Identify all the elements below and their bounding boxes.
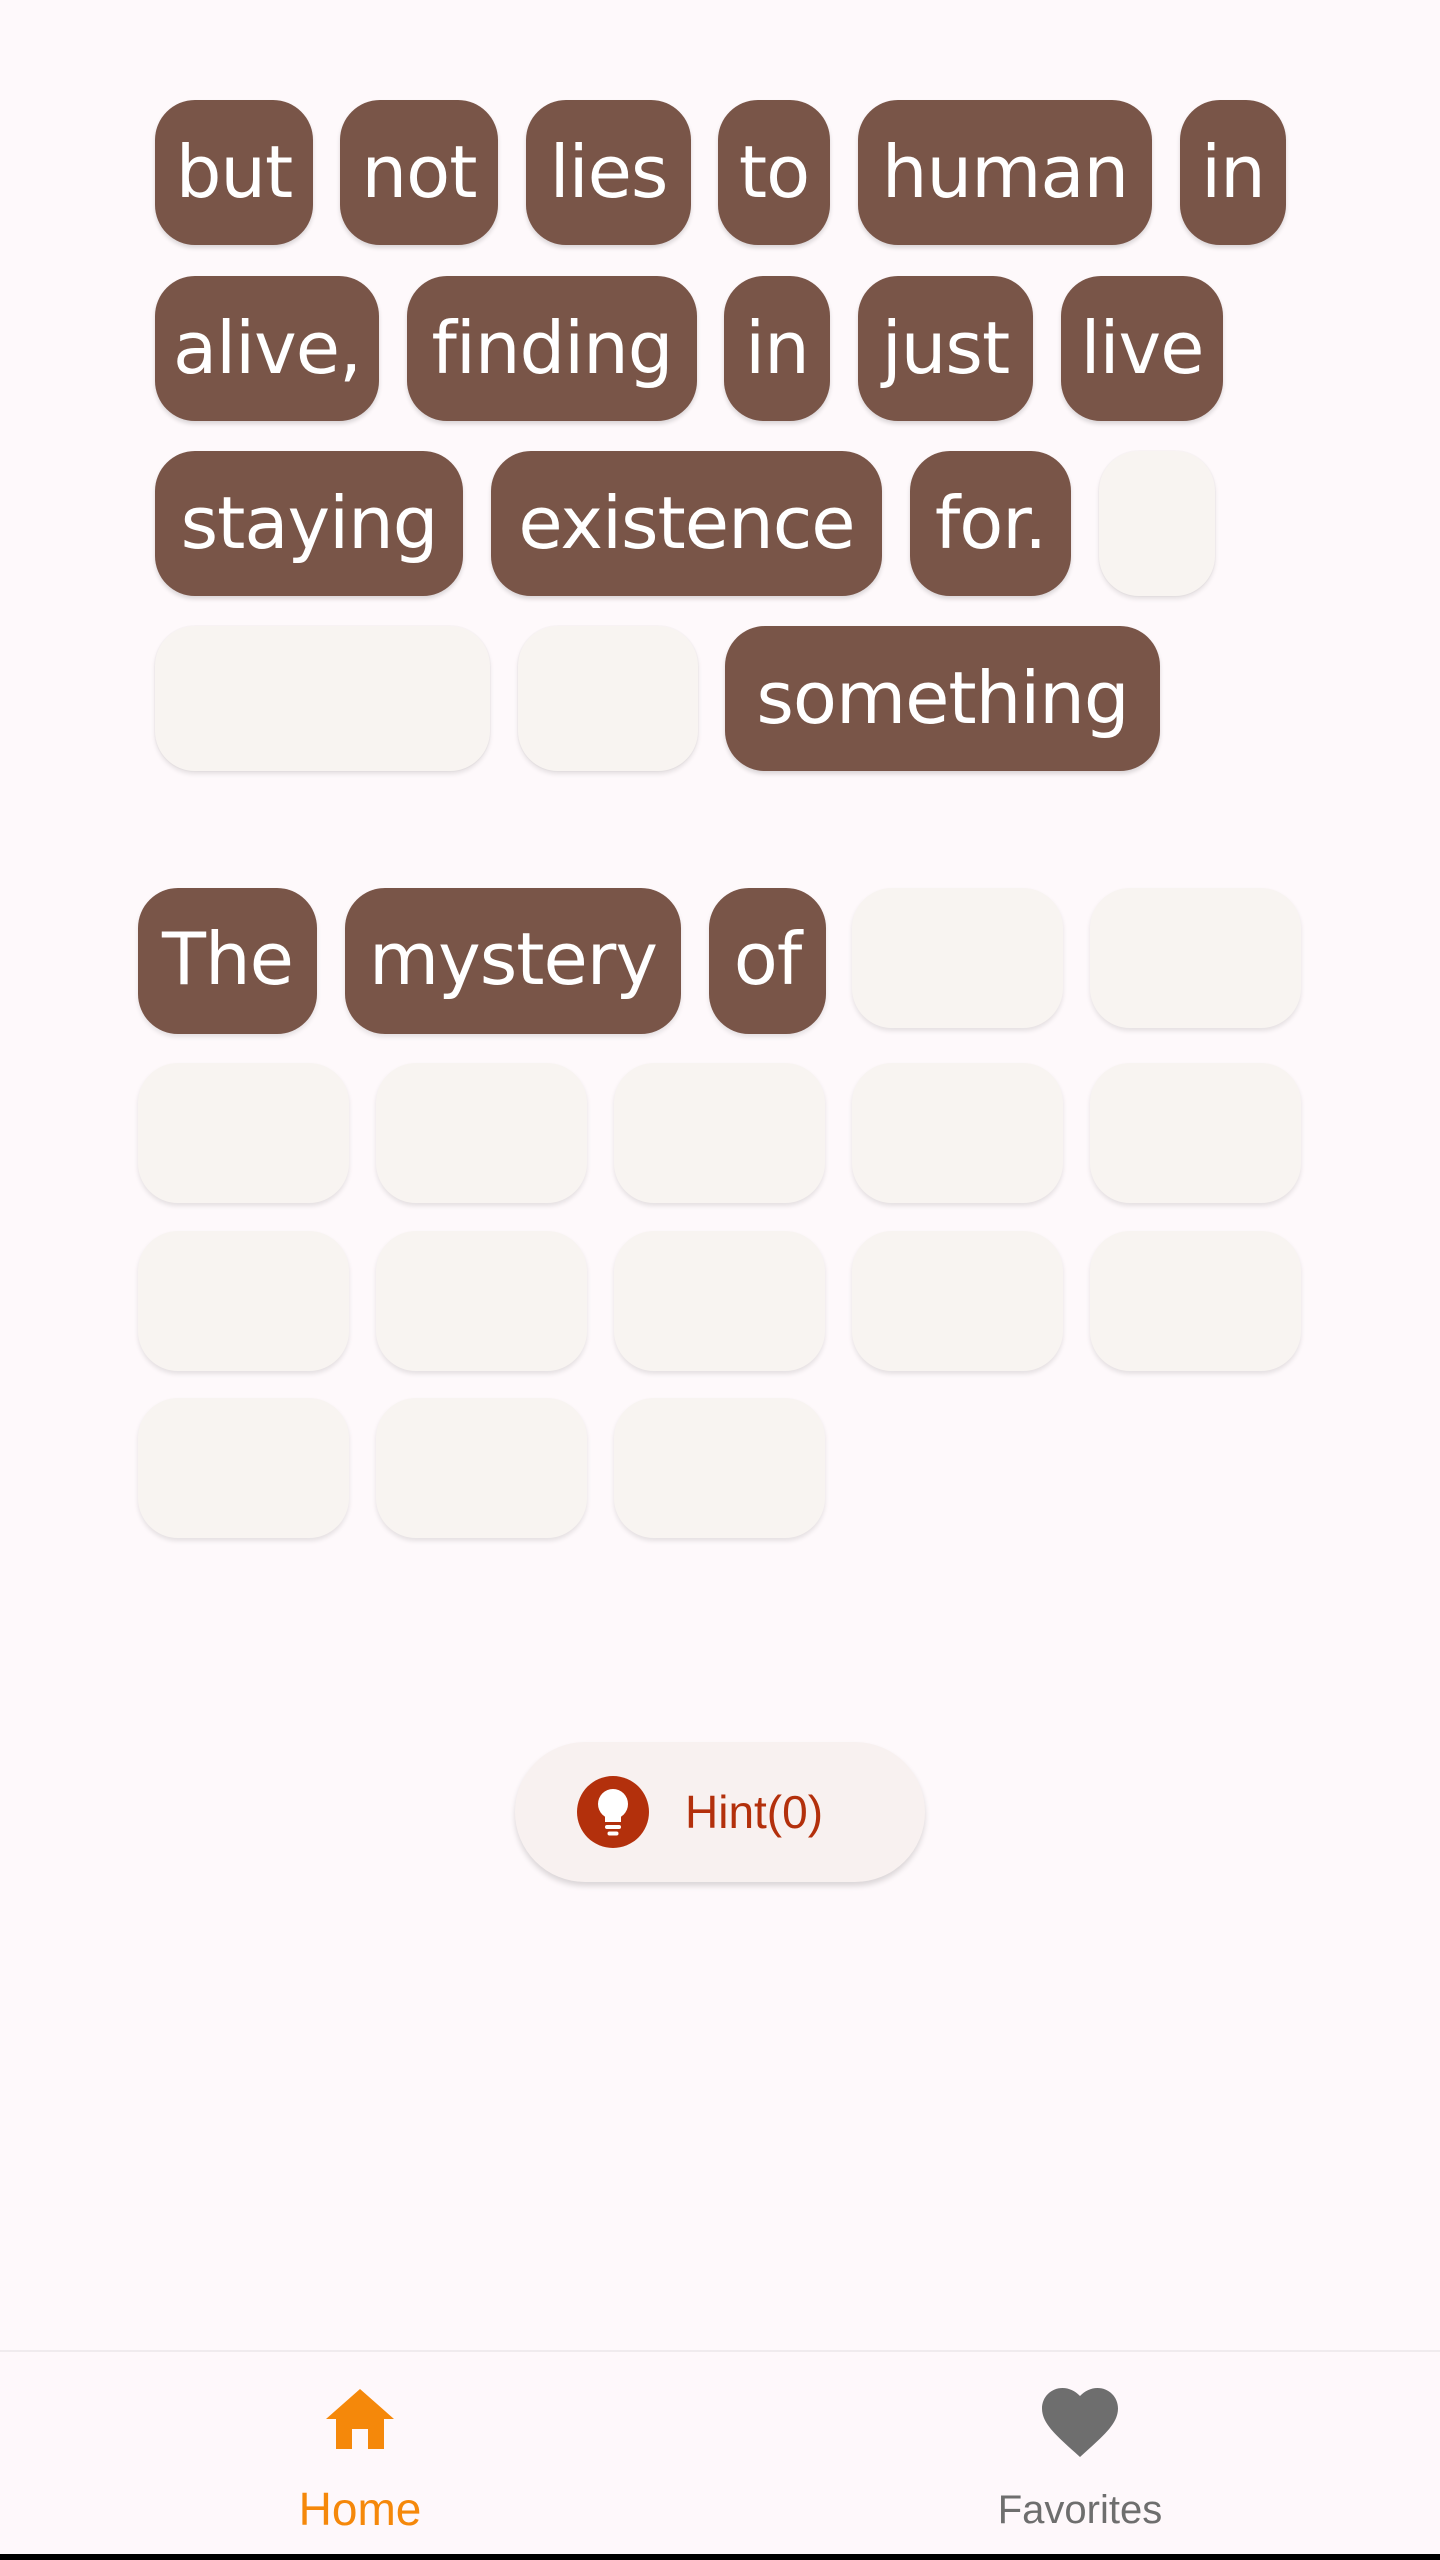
- word-chip[interactable]: something: [725, 626, 1160, 771]
- hint-button[interactable]: Hint(0): [515, 1742, 925, 1882]
- answer-slot[interactable]: [138, 1231, 349, 1371]
- word-chip-placeholder: [155, 626, 490, 771]
- word-chip[interactable]: in: [1180, 100, 1286, 245]
- heart-icon: [1042, 2387, 1118, 2462]
- lightbulb-icon: [577, 1776, 649, 1848]
- answer-slot[interactable]: [376, 1231, 587, 1371]
- bottom-navigation: Home Favorites: [0, 2350, 1440, 2554]
- nav-label-home: Home: [298, 2483, 422, 2535]
- answer-slot[interactable]: [852, 1231, 1063, 1371]
- answer-slot[interactable]: [852, 888, 1063, 1028]
- answer-slot[interactable]: [1090, 1231, 1301, 1371]
- answer-slot[interactable]: [376, 1063, 587, 1203]
- word-chip[interactable]: live: [1061, 276, 1223, 421]
- answer-slot[interactable]: [138, 1398, 349, 1538]
- word-chip[interactable]: lies: [526, 100, 691, 245]
- answer-slot[interactable]: [614, 1231, 825, 1371]
- answer-slot[interactable]: [1090, 1063, 1301, 1203]
- word-chip-placeholder: [1099, 451, 1215, 596]
- word-chip[interactable]: just: [858, 276, 1033, 421]
- answer-slot[interactable]: [614, 1398, 825, 1538]
- word-chip[interactable]: not: [340, 100, 498, 245]
- word-chip[interactable]: for.: [910, 451, 1071, 596]
- answer-slot[interactable]: [1090, 888, 1301, 1028]
- answer-slot[interactable]: The: [138, 888, 317, 1034]
- answer-slot[interactable]: [376, 1398, 587, 1538]
- hint-label: Hint(0): [685, 1786, 824, 1838]
- word-chip[interactable]: in: [724, 276, 830, 421]
- nav-label-favorites: Favorites: [997, 2488, 1163, 2532]
- home-icon: [324, 2387, 396, 2456]
- answer-slot[interactable]: [852, 1063, 1063, 1203]
- nav-item-home[interactable]: Home: [0, 2352, 720, 2556]
- answer-slot[interactable]: [614, 1063, 825, 1203]
- screen-bottom-edge: [0, 2554, 1440, 2560]
- word-chip[interactable]: human: [858, 100, 1152, 245]
- word-chip[interactable]: existence: [491, 451, 882, 596]
- word-chip-placeholder: [518, 626, 698, 771]
- word-chip[interactable]: to: [718, 100, 830, 245]
- word-chip[interactable]: but: [155, 100, 313, 245]
- word-chip[interactable]: staying: [155, 451, 463, 596]
- nav-item-favorites[interactable]: Favorites: [720, 2352, 1440, 2556]
- word-chip[interactable]: alive,: [155, 276, 379, 421]
- word-chip[interactable]: finding: [407, 276, 697, 421]
- answer-slot[interactable]: of: [709, 888, 826, 1034]
- answer-slot[interactable]: mystery: [345, 888, 681, 1034]
- answer-slot[interactable]: [138, 1063, 349, 1203]
